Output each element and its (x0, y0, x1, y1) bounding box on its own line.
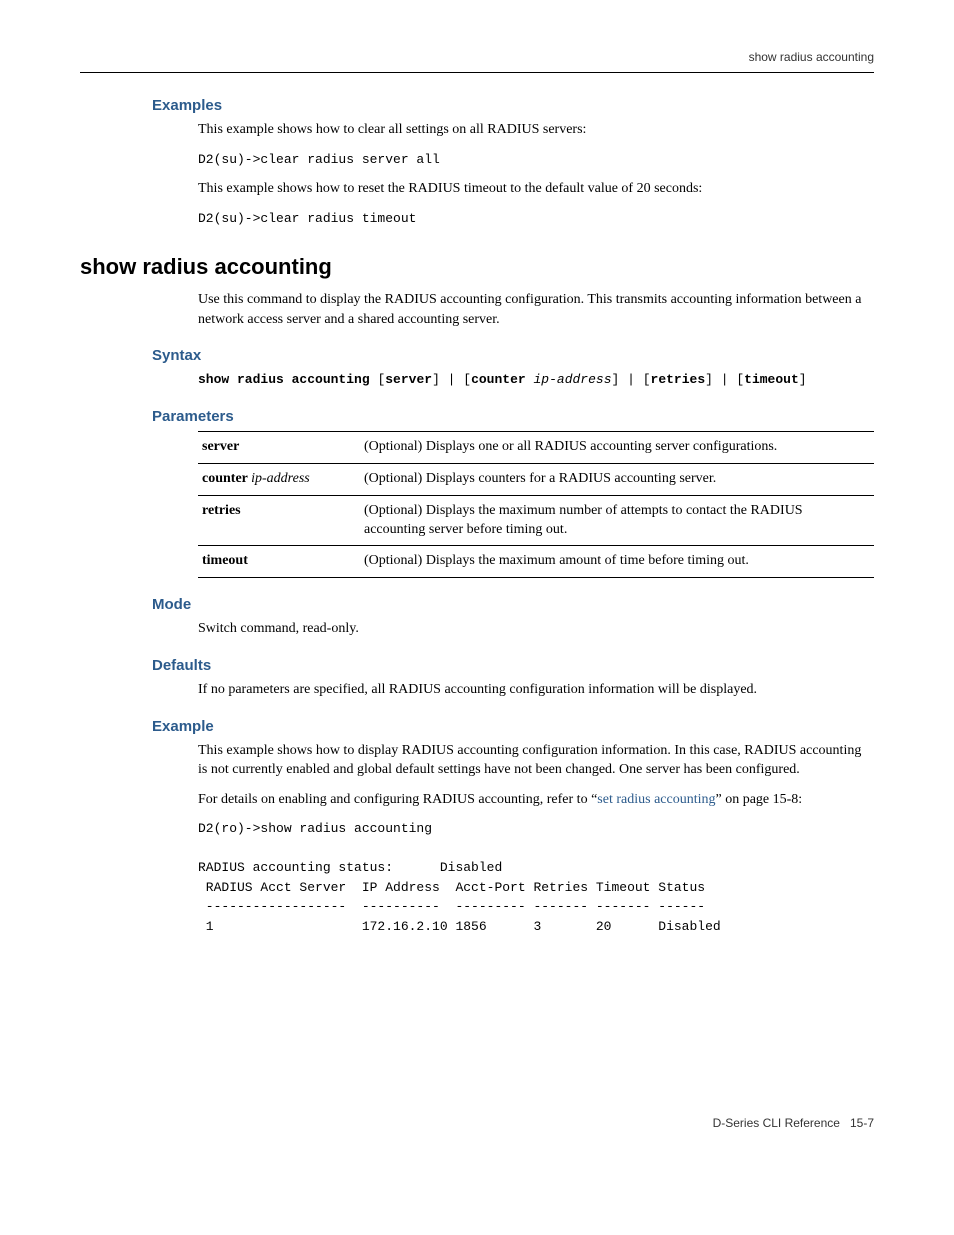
mode-heading: Mode (152, 596, 874, 613)
parameters-heading: Parameters (152, 408, 874, 425)
set-radius-accounting-link[interactable]: set radius accounting (597, 792, 715, 807)
param-key: counter (202, 471, 248, 486)
table-row: retries (Optional) Displays the maximum … (198, 495, 874, 546)
syntax-server: server (385, 372, 432, 387)
page: show radius accounting Examples This exa… (0, 0, 954, 1190)
example-p2b: ” on page 15-8: (715, 792, 802, 807)
example-p2a: For details on enabling and configuring … (198, 792, 597, 807)
syntax-cmd: show radius accounting (198, 372, 370, 387)
syntax-heading: Syntax (152, 347, 874, 364)
param-desc: (Optional) Displays counters for a RADIU… (360, 463, 874, 495)
mode-text: Switch command, read-only. (198, 619, 874, 639)
syntax-bracket: ] | [ (612, 372, 651, 387)
param-key: retries (202, 503, 241, 518)
table-row: counter ip-address (Optional) Displays c… (198, 463, 874, 495)
syntax-retries: retries (651, 372, 706, 387)
syntax-space (526, 372, 534, 387)
defaults-heading: Defaults (152, 657, 874, 674)
examples-code-2: D2(su)->clear radius timeout (198, 209, 874, 229)
param-desc: (Optional) Displays the maximum amount o… (360, 546, 874, 578)
param-desc: (Optional) Displays the maximum number o… (360, 495, 874, 546)
syntax-ip: ip-address (534, 372, 612, 387)
table-row: server (Optional) Displays one or all RA… (198, 431, 874, 463)
command-title: show radius accounting (80, 254, 874, 280)
syntax-bracket: ] (799, 372, 807, 387)
examples-section: Examples This example shows how to clear… (152, 97, 874, 228)
parameters-table: server (Optional) Displays one or all RA… (198, 431, 874, 578)
param-key: server (202, 439, 239, 454)
examples-heading: Examples (152, 97, 874, 114)
syntax-bracket: [ (370, 372, 386, 387)
examples-p2: This example shows how to reset the RADI… (198, 179, 874, 199)
syntax-bracket: ] | [ (432, 372, 471, 387)
param-var: ip-address (251, 471, 310, 486)
example-heading: Example (152, 718, 874, 735)
syntax-bracket: ] | [ (705, 372, 744, 387)
param-desc: (Optional) Displays one or all RADIUS ac… (360, 431, 874, 463)
example-output: D2(ro)->show radius accounting RADIUS ac… (198, 819, 874, 936)
defaults-text: If no parameters are specified, all RADI… (198, 680, 874, 700)
table-row: timeout (Optional) Displays the maximum … (198, 546, 874, 578)
page-footer: D-Series CLI Reference 15-7 (80, 1116, 874, 1130)
param-key: timeout (202, 553, 248, 568)
syntax-line: show radius accounting [server] | [count… (198, 370, 874, 390)
example-p1: This example shows how to display RADIUS… (198, 741, 874, 780)
examples-p1: This example shows how to clear all sett… (198, 120, 874, 140)
example-p2: For details on enabling and configuring … (198, 790, 874, 810)
examples-code-1: D2(su)->clear radius server all (198, 150, 874, 170)
footer-ref: D-Series CLI Reference (713, 1116, 840, 1130)
running-header: show radius accounting (80, 50, 874, 73)
syntax-timeout: timeout (744, 372, 799, 387)
footer-page: 15-7 (850, 1116, 874, 1130)
syntax-counter: counter (471, 372, 526, 387)
command-description: Use this command to display the RADIUS a… (198, 290, 874, 329)
